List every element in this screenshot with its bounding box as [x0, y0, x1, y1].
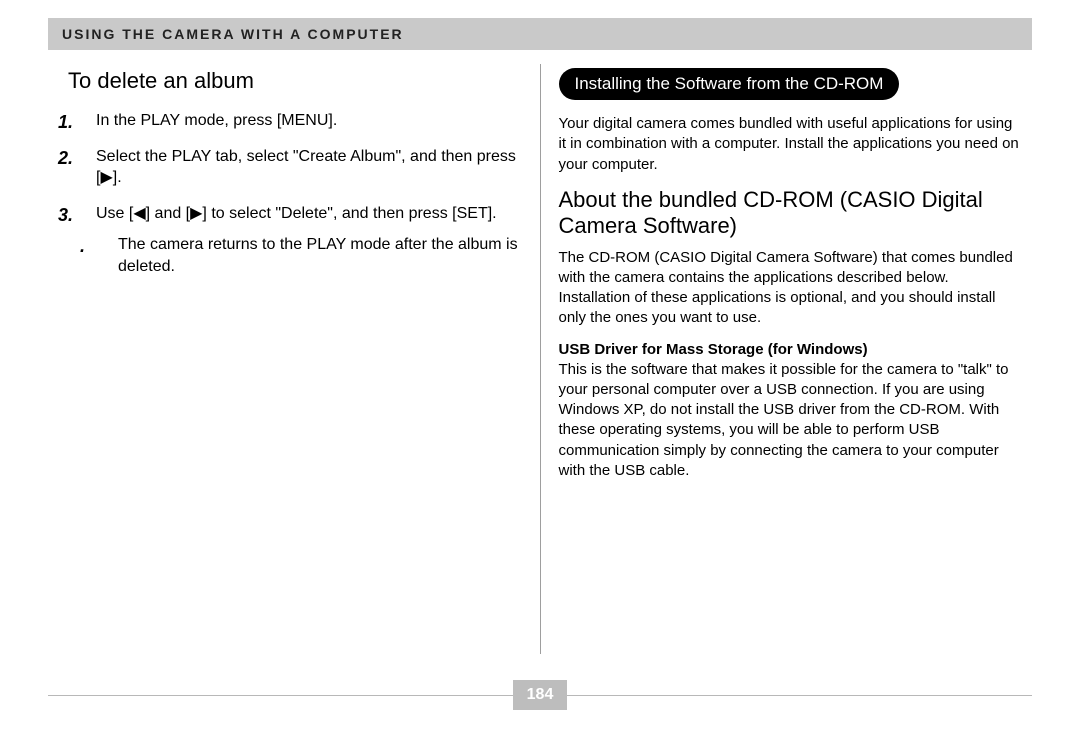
page-footer: 184 [48, 680, 1032, 710]
driver-heading: USB Driver for Mass Storage (for Windows… [559, 341, 1023, 358]
chapter-header: USING THE CAMERA WITH A COMPUTER [48, 18, 1032, 50]
intro-paragraph: Your digital camera comes bundled with u… [559, 114, 1023, 175]
step-3: Use [◀] and [▶] to select "Delete", and … [78, 203, 522, 278]
about-title: About the bundled CD-ROM (CASIO Digital … [559, 187, 1023, 240]
step-1: In the PLAY mode, press [MENU]. [78, 110, 522, 132]
manual-page: USING THE CAMERA WITH A COMPUTER To dele… [0, 0, 1080, 730]
delete-album-steps: In the PLAY mode, press [MENU]. Select t… [58, 110, 522, 278]
page-number-box: 184 [513, 680, 568, 710]
right-column: Installing the Software from the CD-ROM … [541, 64, 1033, 654]
left-column: To delete an album In the PLAY mode, pre… [48, 64, 540, 654]
page-number: 184 [527, 686, 554, 703]
pill-text: Installing the Software from the CD-ROM [575, 74, 884, 93]
about-body: The CD-ROM (CASIO Digital Camera Softwar… [559, 248, 1023, 329]
step-1-text: In the PLAY mode, press [MENU]. [96, 112, 337, 129]
chapter-title-text: USING THE CAMERA WITH A COMPUTER [62, 26, 404, 42]
section-pill: Installing the Software from the CD-ROM [559, 68, 900, 100]
step-3-text: Use [◀] and [▶] to select "Delete", and … [96, 205, 497, 222]
step-2: Select the PLAY tab, select "Create Albu… [78, 146, 522, 189]
step-3-notes: The camera returns to the PLAY mode afte… [96, 234, 522, 277]
step-2-text: Select the PLAY tab, select "Create Albu… [96, 148, 516, 187]
left-title: To delete an album [68, 68, 522, 94]
two-column-layout: To delete an album In the PLAY mode, pre… [48, 64, 1032, 654]
driver-body: This is the software that makes it possi… [559, 360, 1023, 482]
step-3-note-1: The camera returns to the PLAY mode afte… [100, 234, 522, 277]
